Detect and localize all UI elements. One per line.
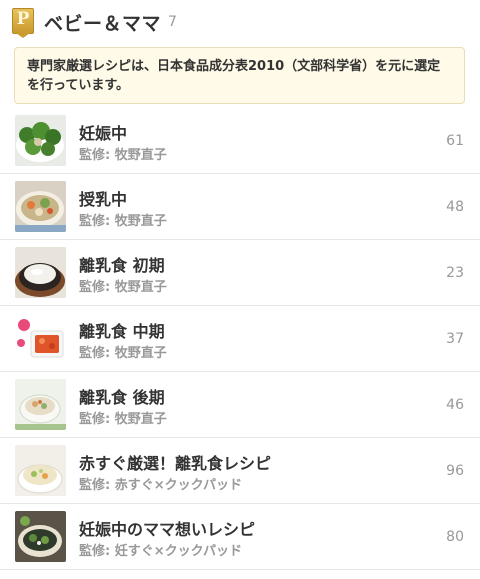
soup-cup-photo — [15, 445, 66, 496]
item-supervisor: 監修: 赤すぐ×クックパッド — [79, 478, 242, 493]
list-item-pregnancy[interactable]: 妊娠中 監修: 牧野直子 61 — [0, 108, 480, 174]
item-count: 80 — [446, 529, 464, 545]
list-item-akasugu-weaning[interactable]: 赤すぐ厳選！離乳食レシピ 監修: 赤すぐ×クックパッド 96 — [0, 438, 480, 504]
section-header: P ベビー＆ママ 7 — [0, 0, 480, 44]
item-supervisor: 監修: 牧野直子 — [79, 346, 167, 361]
item-title: 離乳食 中期 — [79, 322, 165, 341]
item-count: 96 — [446, 463, 464, 479]
info-notice: 専門家厳選レシピは、日本食品成分表2010（文部科学省）を元に選定を行っています… — [14, 47, 465, 104]
premium-icon: P — [12, 8, 34, 38]
rice-bowl-photo — [15, 379, 66, 430]
list-item-breastfeeding[interactable]: 授乳中 監修: 牧野直子 48 — [0, 174, 480, 240]
section-count: 7 — [168, 14, 177, 30]
seaweed-salad-photo — [15, 511, 66, 562]
item-title: 離乳食 初期 — [79, 256, 165, 275]
item-supervisor: 監修: 牧野直子 — [79, 148, 167, 163]
item-supervisor: 監修: 妊すぐ×クックパッド — [79, 544, 242, 559]
tomato-dish-photo — [15, 313, 66, 364]
item-title: 妊娠中のママ想いレシピ — [79, 520, 256, 539]
list-item-weaning-middle[interactable]: 離乳食 中期 監修: 牧野直子 37 — [0, 306, 480, 372]
item-count: 46 — [446, 397, 464, 413]
list-item-weaning-early[interactable]: 離乳食 初期 監修: 牧野直子 23 — [0, 240, 480, 306]
list-item-pregnant-mama[interactable]: 妊娠中のママ想いレシピ 監修: 妊すぐ×クックパッド 80 — [0, 504, 480, 570]
item-title: 離乳食 後期 — [79, 388, 165, 407]
item-title: 赤すぐ厳選！離乳食レシピ — [79, 454, 272, 473]
item-count: 23 — [446, 265, 464, 281]
item-count: 48 — [446, 199, 464, 215]
recipe-category-list: 妊娠中 監修: 牧野直子 61 授乳中 監修: 牧野直子 48 離乳食 初期 監… — [0, 108, 480, 570]
item-supervisor: 監修: 牧野直子 — [79, 214, 167, 229]
item-count: 37 — [446, 331, 464, 347]
item-title: 妊娠中 — [79, 124, 128, 143]
list-item-weaning-late[interactable]: 離乳食 後期 監修: 牧野直子 46 — [0, 372, 480, 438]
section-title: ベビー＆ママ — [44, 13, 162, 35]
broccoli-dish-photo — [15, 115, 66, 166]
item-count: 61 — [446, 133, 464, 149]
item-supervisor: 監修: 牧野直子 — [79, 412, 167, 427]
vegetable-soup-photo — [15, 181, 66, 232]
item-supervisor: 監修: 牧野直子 — [79, 280, 167, 295]
porridge-bowl-photo — [15, 247, 66, 298]
item-title: 授乳中 — [79, 190, 128, 209]
